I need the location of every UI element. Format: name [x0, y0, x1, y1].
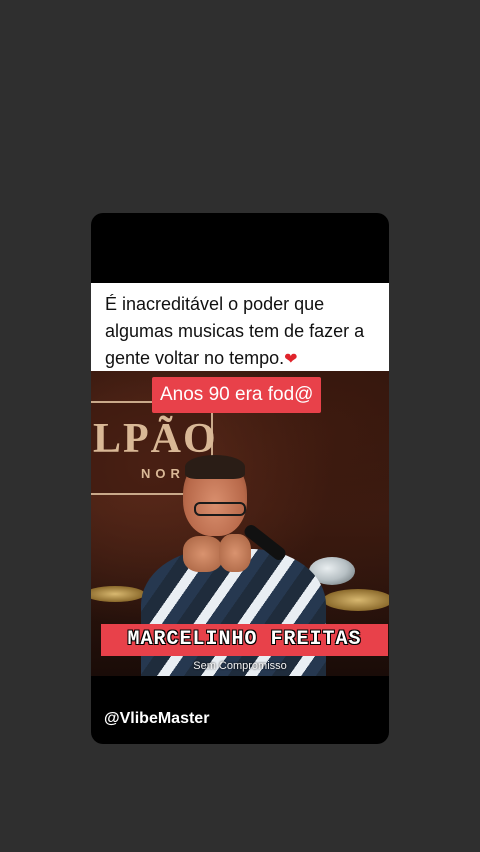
- heart-emoji: ❤: [284, 351, 298, 368]
- caption-text: É inacreditável o poder que algumas musi…: [105, 294, 365, 368]
- cymbal-right: [323, 589, 389, 611]
- singer-glasses: [194, 502, 246, 516]
- singer-hand-right: [219, 534, 251, 572]
- singer-hand-left: [183, 536, 223, 572]
- song-title-label: Sem Compromisso: [193, 660, 287, 672]
- overlay-tag-top: Anos 90 era fod@: [152, 377, 322, 413]
- singer-hair: [185, 455, 245, 479]
- caption-box: É inacreditável o poder que algumas musi…: [91, 283, 389, 371]
- watermark-handle[interactable]: @VlibeMaster: [104, 710, 209, 728]
- story-card[interactable]: É inacreditável o poder que algumas musi…: [91, 213, 389, 744]
- cymbal-left: [91, 586, 145, 602]
- artist-name-tag: MARCELINHO FREITAS: [101, 624, 388, 656]
